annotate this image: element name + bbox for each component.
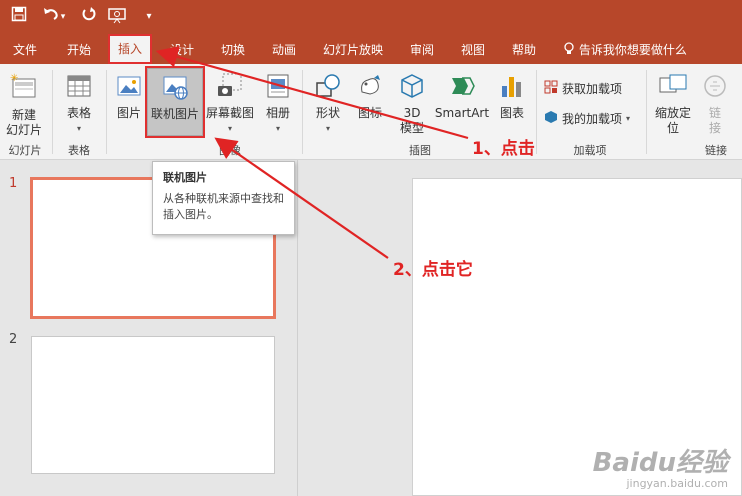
picture-button[interactable]: 图片 [112, 68, 146, 121]
tab-review[interactable]: 审阅 [410, 36, 434, 64]
chevron-down-icon: ▾ [325, 124, 330, 133]
chart-label: 图表 [499, 106, 524, 120]
slide-number: 2 [9, 332, 18, 347]
group-label-tables: 表格 [68, 144, 90, 157]
get-addins-button[interactable]: 获取加载项 [544, 80, 622, 97]
online-picture-label: 联机图片 [150, 107, 199, 121]
album-label: 相册 [265, 106, 290, 120]
my-addins-button[interactable]: 我的加载项 ▾ [544, 110, 630, 127]
annotation-step-1: 1、点击 [472, 139, 535, 159]
table-icon [60, 72, 98, 104]
online-picture-icon [148, 73, 202, 105]
link-button[interactable]: 链 接 [698, 68, 732, 136]
table-button[interactable]: 表格 ▾ [60, 68, 98, 136]
tooltip-body: 从各种联机来源中查找和插入图片。 [163, 192, 284, 221]
separator [536, 70, 537, 154]
tab-file[interactable]: 文件 [13, 36, 37, 64]
tell-me-box[interactable]: 告诉我你想要做什么 [563, 36, 687, 64]
icons-button[interactable]: 图标 [352, 68, 388, 121]
baidu-watermark: Baidu经验 jingyan.baidu.com [593, 442, 728, 490]
tab-home[interactable]: 开始 [67, 36, 91, 64]
chevron-down-icon: ▾ [275, 124, 280, 133]
zoom-label: 缩放定 位 [654, 106, 691, 135]
customize-icon[interactable]: ▾ [138, 6, 160, 28]
svg-text:✳: ✳ [10, 73, 18, 84]
group-label-slides: 幻灯片 [8, 144, 42, 157]
store-icon [544, 80, 558, 97]
tab-animations[interactable]: 动画 [272, 36, 296, 64]
link-label: 链 接 [708, 106, 721, 135]
chart-button[interactable]: 图表 [494, 68, 530, 121]
zoom-icon [650, 72, 696, 104]
separator [646, 70, 647, 154]
screenshot-label: 屏幕截图 [205, 106, 254, 120]
shapes-button[interactable]: 形状 ▾ [310, 68, 346, 136]
shapes-label: 形状 [315, 106, 340, 120]
3d-model-label: 3D 模型 [399, 106, 424, 135]
icons-icon [352, 72, 388, 104]
group-label-links: 链接 [705, 144, 727, 157]
group-label-addins: 加载项 [573, 144, 607, 157]
tooltip-title: 联机图片 [163, 171, 207, 184]
new-slide-button[interactable]: ✳ 新建 幻灯片 [2, 68, 46, 138]
online-picture-button[interactable]: 联机图片 [145, 66, 205, 138]
watermark-main: Baidu经验 [592, 448, 728, 478]
lightbulb-icon [563, 42, 579, 57]
smartart-button[interactable]: SmartArt [434, 68, 490, 121]
picture-label: 图片 [116, 106, 141, 120]
tab-transitions[interactable]: 切换 [221, 36, 245, 64]
link-icon [698, 72, 732, 104]
3d-model-button[interactable]: 3D 模型 [394, 68, 430, 136]
ribbon-panel: ✳ 新建 幻灯片 表格 ▾ 图片 联机图片 屏幕截图 ▾ 相册 ▾ 形状 ▾ 图… [0, 64, 742, 160]
album-icon [260, 72, 296, 104]
get-addins-label: 获取加载项 [562, 82, 623, 96]
new-slide-icon: ✳ [2, 72, 46, 106]
table-label: 表格 [66, 106, 91, 120]
tab-insert[interactable]: 插入 [108, 34, 153, 64]
cube-addin-icon [544, 110, 558, 127]
tab-view[interactable]: 视图 [461, 36, 485, 64]
tab-slideshow[interactable]: 幻灯片放映 [323, 36, 383, 64]
redo-icon[interactable] [78, 6, 100, 28]
slide-number: 1 [9, 176, 18, 191]
separator [52, 70, 53, 154]
tab-help[interactable]: 帮助 [512, 36, 536, 64]
quick-access-toolbar: ▾ ▾ [0, 0, 742, 36]
separator [106, 70, 107, 154]
undo-dropdown-icon[interactable]: ▾ [58, 6, 68, 28]
screenshot-icon [204, 72, 256, 104]
slide-thumbnail-2[interactable] [31, 336, 275, 474]
screenshot-button[interactable]: 屏幕截图 ▾ [204, 68, 256, 136]
icons-label: 图标 [357, 106, 382, 120]
tab-design[interactable]: 设计 [170, 36, 194, 64]
present-icon[interactable] [106, 6, 128, 28]
smartart-label: SmartArt [434, 106, 490, 120]
separator [302, 70, 303, 154]
zoom-button[interactable]: 缩放定 位 [650, 68, 696, 136]
save-icon[interactable] [8, 6, 30, 28]
album-button[interactable]: 相册 ▾ [260, 68, 296, 136]
my-addins-label: 我的加载项 [562, 112, 623, 126]
picture-icon [112, 72, 146, 104]
ribbon-tabs: 文件 开始 插入 设计 切换 动画 幻灯片放映 审阅 视图 帮助 告诉我你想要做… [0, 34, 742, 64]
chevron-down-icon: ▾ [227, 124, 232, 133]
chevron-down-icon: ▾ [76, 124, 81, 133]
group-label-images: 图像 [219, 144, 241, 157]
smartart-icon [434, 72, 490, 104]
new-slide-label: 新建 幻灯片 [5, 108, 42, 137]
annotation-step-2: 2、点击它 [393, 260, 473, 280]
shapes-icon [310, 72, 346, 104]
bar-chart-icon [494, 72, 530, 104]
chevron-down-icon: ▾ [626, 114, 631, 123]
cube-icon [394, 72, 430, 104]
group-label-illustrations: 插图 [409, 144, 431, 157]
tooltip: 联机图片 从各种联机来源中查找和插入图片。 [152, 161, 295, 235]
tell-me-text: 告诉我你想要做什么 [578, 43, 687, 57]
